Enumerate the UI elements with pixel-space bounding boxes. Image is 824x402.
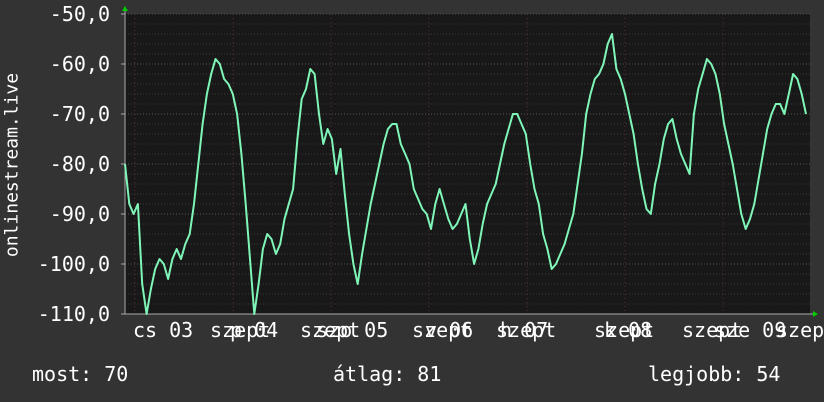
x-tick-label: szept (776, 318, 824, 342)
x-tick-label: p 04 (230, 318, 278, 342)
y-axis-arrow (122, 6, 128, 11)
x-tick-label: szo 05 (316, 318, 388, 342)
average-value-stat: átlag: 81 (333, 362, 442, 386)
y-tick-label: -110,0 (38, 302, 110, 326)
x-tick-label: cs 03 (133, 318, 193, 342)
x-tick-label: v 06 (425, 318, 473, 342)
y-tick-label: -50,0 (50, 2, 110, 26)
line-chart: -50,0 -60,0 -70,0 -80,0 -90,0 -100,0 -110,0 cs … (38, 2, 824, 342)
best-value-stat: legjobb: 54 (648, 362, 781, 386)
current-value-stat: most: 70 (32, 362, 129, 386)
y-tick-label: -70,0 (50, 102, 110, 126)
y-axis-label: onlinestream.live (1, 72, 23, 258)
y-tick-label: -100,0 (38, 252, 110, 276)
x-tick-label: h 07 (500, 318, 548, 342)
y-tick-label: -80,0 (50, 152, 110, 176)
x-axis-arrow (813, 311, 818, 317)
x-tick-label: k 08 (604, 318, 652, 342)
y-tick-label: -90,0 (50, 202, 110, 226)
y-tick-label: -60,0 (50, 52, 110, 76)
